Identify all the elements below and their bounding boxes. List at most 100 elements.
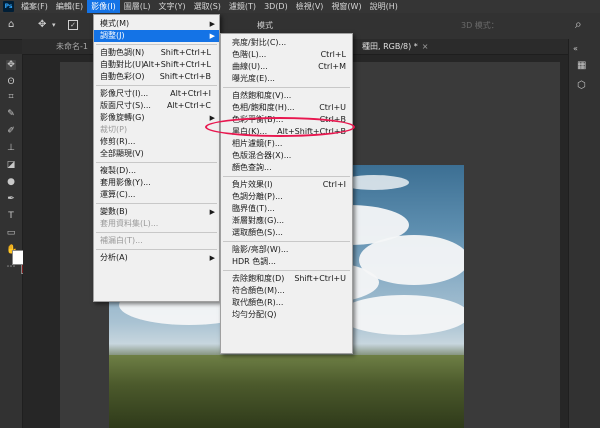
- menu-item-6[interactable]: 濾鏡(T): [225, 0, 260, 13]
- brush-tool-icon[interactable]: ✐: [6, 126, 16, 136]
- image-menu-item[interactable]: 影像尺寸(I)... Alt+Ctrl+I: [94, 88, 219, 100]
- menu-item-label: 色相/飽和度(H)...: [232, 103, 295, 112]
- menu-item-label: 影像尺寸(I)...: [100, 89, 149, 98]
- menu-item-shortcut: Ctrl+U: [319, 103, 346, 112]
- eraser-tool-icon[interactable]: ◪: [6, 160, 16, 170]
- menu-item-8[interactable]: 檢視(V): [292, 0, 328, 13]
- image-menu-item: 裁切(P): [94, 124, 219, 136]
- home-icon[interactable]: ⌂: [8, 19, 14, 30]
- adjust-menu-item[interactable]: 色版混合器(X)...: [221, 150, 352, 162]
- adjust-menu-item[interactable]: 臨界值(T)...: [221, 203, 352, 215]
- image-menu-item[interactable]: 調整(J) ▶: [94, 30, 219, 42]
- menu-item-label: 均勻分配(Q): [232, 310, 277, 319]
- adjust-menu-item[interactable]: 取代顏色(R)...: [221, 297, 352, 309]
- menu-item-10[interactable]: 說明(H): [366, 0, 402, 13]
- adjust-menu-item[interactable]: HDR 色調...: [221, 256, 352, 268]
- pen-tool-icon[interactable]: ✒: [6, 194, 16, 204]
- menu-item-label: 裁切(P): [100, 125, 128, 134]
- menu-item-7[interactable]: 3D(D): [260, 0, 292, 13]
- adjust-menu-item[interactable]: 色調分離(P)...: [221, 191, 352, 203]
- search-icon[interactable]: ⌕: [575, 17, 582, 32]
- adjust-menu-item[interactable]: 色相/飽和度(H)... Ctrl+U: [221, 102, 352, 114]
- crop-tool-icon[interactable]: ⌗: [6, 92, 16, 102]
- menu-separator: [223, 87, 350, 88]
- tab-untitled-label: 未命名-1: [56, 42, 88, 51]
- image-menu-item[interactable]: 複製(D)...: [94, 165, 219, 177]
- image-menu-item[interactable]: 套用影像(Y)...: [94, 177, 219, 189]
- checkbox-icon[interactable]: ✓: [68, 20, 78, 30]
- image-menu-item[interactable]: 影像旋轉(G) ▶: [94, 112, 219, 124]
- adjust-menu-item[interactable]: 去除飽和度(D) Shift+Ctrl+U: [221, 273, 352, 285]
- menu-separator: [96, 249, 217, 250]
- adjust-menu-item[interactable]: 亮度/對比(C)...: [221, 37, 352, 49]
- menu-item-label: 亮度/對比(C)...: [232, 38, 287, 47]
- tab-untitled[interactable]: 未命名-1: [56, 41, 88, 52]
- menu-item-shortcut: Shift+Ctrl+B: [159, 72, 211, 81]
- menu-item-3[interactable]: 圖層(L): [120, 0, 155, 13]
- menu-item-label: 漸層對應(G)...: [232, 216, 285, 225]
- lasso-tool-icon[interactable]: ʘ: [6, 77, 16, 87]
- menu-bar: Ps 檔案(F) 編輯(E) 影像(I) 圖層(L) 文字(Y) 選取(S) 濾鏡(T) 3D…: [0, 0, 600, 13]
- stamp-tool-icon[interactable]: ⊥: [6, 143, 16, 153]
- menu-item-4[interactable]: 文字(Y): [154, 0, 189, 13]
- 3d-cube-icon[interactable]: ⬡: [577, 80, 589, 92]
- menu-item-0[interactable]: 檔案(F): [17, 0, 52, 13]
- menu-item-label: 色彩平衡(B)...: [232, 115, 284, 124]
- adjust-menu-item[interactable]: 負片效果(I) Ctrl+I: [221, 179, 352, 191]
- menu-item-shortcut: Alt+Ctrl+I: [170, 89, 211, 98]
- image-menu-item[interactable]: 版面尺寸(S)... Alt+Ctrl+C: [94, 100, 219, 112]
- adjust-menu-item[interactable]: 選取顏色(S)...: [221, 227, 352, 239]
- adjust-menu-item[interactable]: 自然飽和度(V)...: [221, 90, 352, 102]
- move-icon[interactable]: ✥: [38, 19, 46, 30]
- adjust-menu-item[interactable]: 色彩平衡(B)... Ctrl+B: [221, 114, 352, 126]
- move-tool-icon[interactable]: ✥: [6, 60, 16, 70]
- tab-active-document[interactable]: 種田, RGB/8) * ×: [362, 41, 428, 52]
- chevron-down-icon[interactable]: ▾: [52, 21, 56, 29]
- close-icon[interactable]: ×: [422, 42, 429, 51]
- adjust-menu-item[interactable]: 曲線(U)... Ctrl+M: [221, 61, 352, 73]
- blur-tool-icon[interactable]: ●: [6, 177, 16, 187]
- menu-item-9[interactable]: 視窗(W): [327, 0, 365, 13]
- menu-item-label: 自動對比(U): [100, 60, 145, 69]
- adjust-menu-item[interactable]: 黑白(K)... Alt+Shift+Ctrl+B: [221, 126, 352, 138]
- adjust-menu-item[interactable]: 顏色查詢...: [221, 162, 352, 174]
- menu-item-label: 套用資料集(L)...: [100, 219, 159, 228]
- collapse-panels-icon[interactable]: «: [573, 44, 578, 53]
- image-menu-item[interactable]: 變數(B) ▶: [94, 206, 219, 218]
- type-tool-icon[interactable]: T: [6, 211, 16, 221]
- menu-item-5[interactable]: 選取(S): [190, 0, 225, 13]
- panel-grid-icon[interactable]: ▦: [577, 60, 589, 72]
- menu-item-1[interactable]: 編輯(E): [52, 0, 87, 13]
- menu-item-label: 全部顯現(V): [100, 149, 144, 158]
- image-menu-item[interactable]: 運算(C)...: [94, 189, 219, 201]
- image-menu-item[interactable]: 模式(M) ▶: [94, 18, 219, 30]
- menu-item-shortcut: Alt+Shift+Ctrl+B: [277, 127, 346, 136]
- adjust-menu-item[interactable]: 曝光度(E)...: [221, 73, 352, 85]
- menu-item-shortcut: Ctrl+L: [320, 50, 346, 59]
- menu-item-label: 選取顏色(S)...: [232, 228, 283, 237]
- adjust-menu-item[interactable]: 陰影/亮部(W)...: [221, 244, 352, 256]
- menu-item-label: 陰影/亮部(W)...: [232, 245, 289, 254]
- menu-item-label: HDR 色調...: [232, 257, 276, 266]
- adjust-menu-item[interactable]: 色階(L)... Ctrl+L: [221, 49, 352, 61]
- menu-item-label: 色調分離(P)...: [232, 192, 283, 201]
- adjust-menu-item[interactable]: 符合顏色(M)...: [221, 285, 352, 297]
- image-menu-item[interactable]: 修剪(R)...: [94, 136, 219, 148]
- adjust-menu-item[interactable]: 均勻分配(Q): [221, 309, 352, 321]
- menu-item-label: 套用影像(Y)...: [100, 178, 151, 187]
- image-menu-item[interactable]: 自動色調(N) Shift+Ctrl+L: [94, 47, 219, 59]
- adjustments-submenu: 亮度/對比(C)... 色階(L)... Ctrl+L 曲線(U)... Ctrl+M 曝…: [220, 33, 353, 354]
- menu-item-label: 顏色查詢...: [232, 163, 272, 172]
- adjust-menu-item[interactable]: 漸層對應(G)...: [221, 215, 352, 227]
- image-menu-item[interactable]: 自動色彩(O) Shift+Ctrl+B: [94, 71, 219, 83]
- image-menu-item[interactable]: 全部顯現(V): [94, 148, 219, 160]
- image-menu-item[interactable]: 分析(A) ▶: [94, 252, 219, 264]
- shape-tool-icon[interactable]: ▭: [6, 228, 16, 238]
- image-menu-item[interactable]: 自動對比(U) Alt+Shift+Ctrl+L: [94, 59, 219, 71]
- menu-item-label: 負片效果(I): [232, 180, 273, 189]
- submenu-arrow-icon: ▶: [209, 20, 215, 28]
- eyedropper-tool-icon[interactable]: ✎: [6, 109, 16, 119]
- menu-separator: [223, 176, 350, 177]
- menu-item-2[interactable]: 影像(I): [87, 0, 120, 13]
- adjust-menu-item[interactable]: 相片濾鏡(F)...: [221, 138, 352, 150]
